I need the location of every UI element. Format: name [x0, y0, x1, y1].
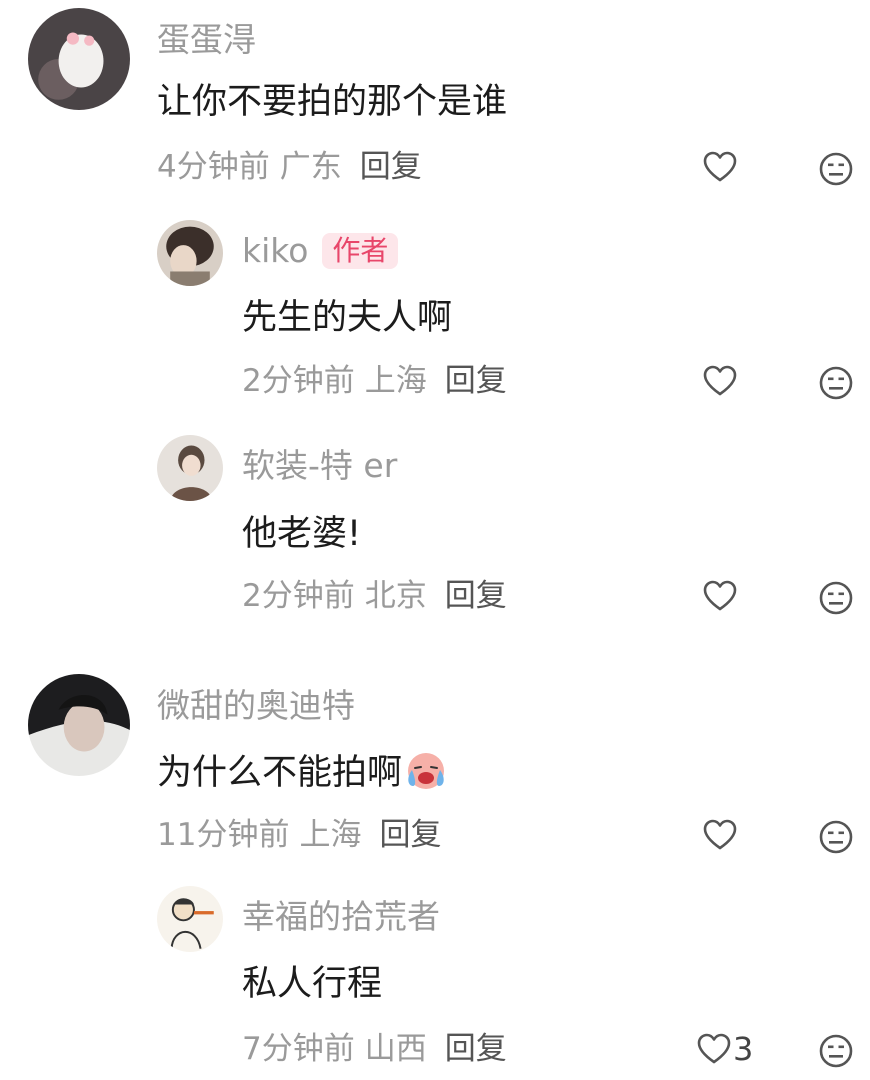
- like-button[interactable]: [703, 576, 737, 616]
- username[interactable]: 幸福的拾荒者: [242, 897, 440, 937]
- comment-text: 让你不要拍的那个是谁: [157, 82, 508, 122]
- like-button[interactable]: 3: [697, 1029, 753, 1069]
- like-button[interactable]: [703, 361, 737, 401]
- neutral-face-icon: [819, 366, 853, 400]
- dislike-button[interactable]: [818, 819, 854, 855]
- like-button[interactable]: [703, 147, 737, 187]
- timestamp: 4分钟前: [157, 149, 270, 185]
- heart-outline-icon: [697, 1033, 731, 1064]
- neutral-face-icon: [819, 1034, 853, 1068]
- location: 山西: [364, 1031, 427, 1067]
- location: 上海: [364, 363, 427, 399]
- author-badge: 作者: [322, 233, 399, 269]
- dislike-button[interactable]: [818, 151, 854, 187]
- timestamp: 7分钟前: [242, 1031, 355, 1067]
- username: kiko 作者: [242, 231, 399, 271]
- timestamp: 11分钟前: [157, 817, 290, 853]
- crying-face-emoji: [408, 753, 445, 789]
- location: 上海: [299, 817, 362, 853]
- timestamp: 2分钟前: [242, 578, 355, 614]
- comment-text: 他老婆!: [242, 514, 362, 554]
- avatar[interactable]: [28, 8, 130, 110]
- dislike-button[interactable]: [818, 580, 854, 616]
- reply-button[interactable]: 回复: [360, 149, 422, 185]
- comment-meta: 7分钟前 山西 回复: [242, 1029, 507, 1069]
- username[interactable]: 蛋蛋淂: [157, 20, 256, 60]
- heart-outline-icon: [703, 151, 737, 182]
- neutral-face-icon: [819, 820, 853, 854]
- reply-button[interactable]: 回复: [445, 363, 507, 399]
- reply-button[interactable]: 回复: [445, 578, 507, 614]
- like-button[interactable]: [703, 815, 737, 855]
- avatar[interactable]: [28, 674, 130, 776]
- comment-text: 为什么不能拍啊: [157, 748, 448, 795]
- comment-text: 先生的夫人啊: [242, 298, 453, 338]
- comment-meta: 4分钟前 广东 回复: [157, 147, 422, 187]
- comment-meta: 2分钟前 上海 回复: [242, 361, 507, 401]
- heart-outline-icon: [703, 365, 737, 396]
- reply-button[interactable]: 回复: [445, 1031, 507, 1067]
- neutral-face-icon: [819, 152, 853, 186]
- comment-meta: 11分钟前 上海 回复: [157, 815, 441, 855]
- location: 广东: [279, 149, 342, 185]
- username[interactable]: 软装-特 er: [242, 446, 397, 486]
- username[interactable]: 微甜的奥迪特: [157, 686, 355, 726]
- heart-outline-icon: [703, 819, 737, 850]
- username-text[interactable]: kiko: [242, 231, 308, 270]
- comment-text-content: 为什么不能拍啊: [157, 753, 403, 793]
- timestamp: 2分钟前: [242, 363, 355, 399]
- location: 北京: [364, 578, 427, 614]
- comment-meta: 2分钟前 北京 回复: [242, 576, 507, 616]
- dislike-button[interactable]: [818, 1033, 854, 1069]
- avatar[interactable]: [157, 435, 223, 501]
- neutral-face-icon: [819, 581, 853, 615]
- avatar[interactable]: [157, 220, 223, 286]
- like-count: 3: [733, 1030, 754, 1068]
- reply-button[interactable]: 回复: [379, 817, 441, 853]
- heart-outline-icon: [703, 580, 737, 611]
- avatar[interactable]: [157, 886, 223, 952]
- dislike-button[interactable]: [818, 365, 854, 401]
- comment-text: 私人行程: [242, 964, 383, 1004]
